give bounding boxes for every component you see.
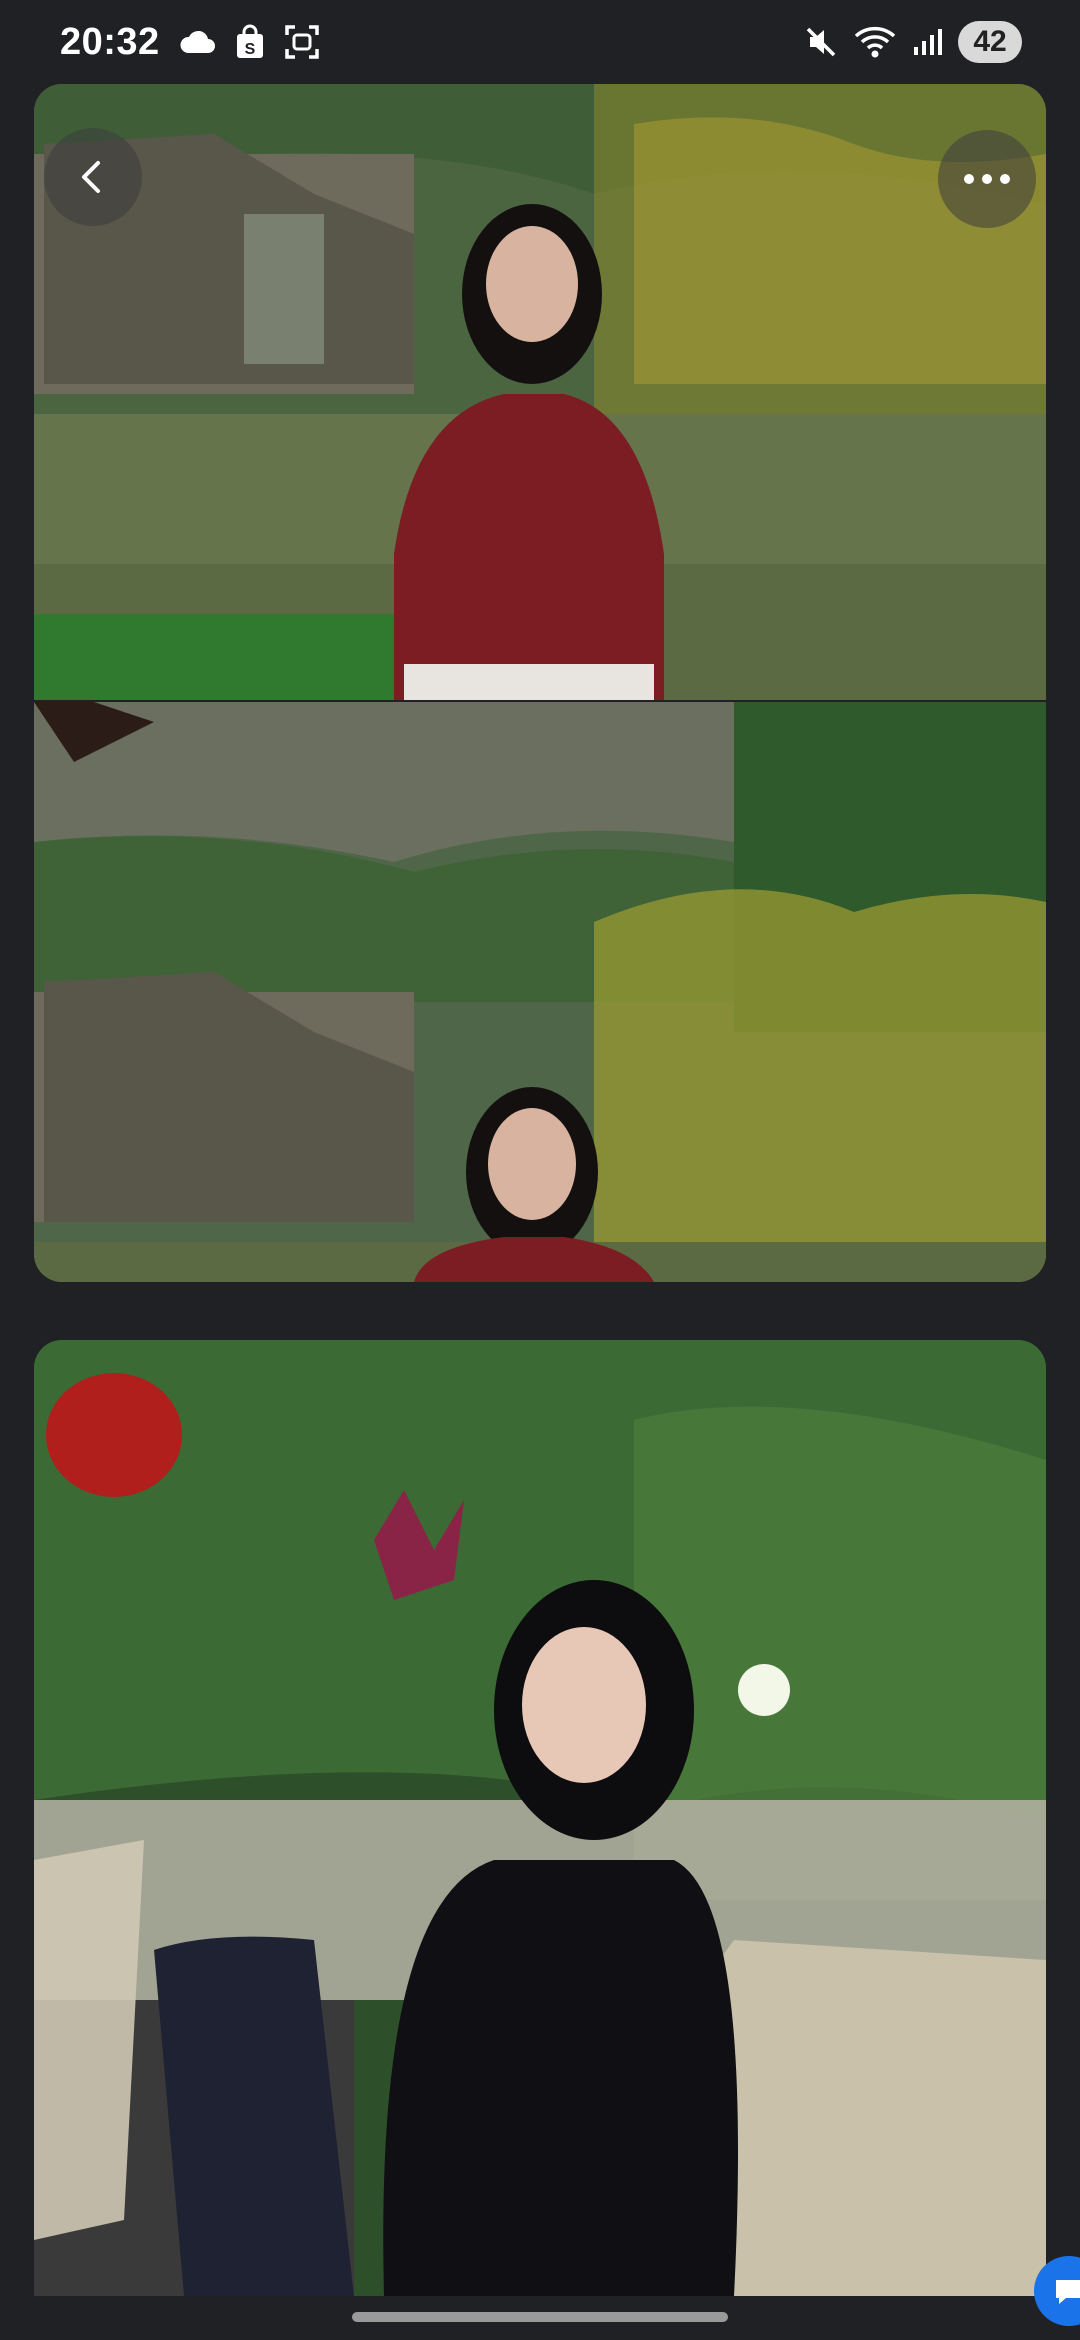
status-time: 20:32 — [60, 20, 160, 63]
photo-garden-table-image — [34, 1340, 1046, 2296]
mute-icon — [804, 25, 838, 59]
chat-icon — [1056, 2280, 1080, 2304]
photo-lake-wide[interactable] — [34, 702, 1046, 1282]
battery-indicator: 42 — [958, 21, 1022, 63]
photo-card-1[interactable] — [34, 84, 1046, 1282]
status-right: 42 — [804, 21, 1022, 63]
signal-icon — [912, 27, 942, 57]
more-options-button[interactable] — [938, 130, 1036, 228]
back-icon — [82, 161, 100, 193]
svg-text:S: S — [244, 41, 255, 58]
shopping-bag-icon: S — [234, 24, 266, 60]
more-icon — [964, 174, 1010, 184]
photo-lake-closeup-image — [34, 84, 1046, 700]
photo-viewer-screen: 20:32 S 42 — [0, 0, 1080, 2340]
photo-garden-table[interactable] — [34, 1340, 1046, 2296]
photo-card-2[interactable] — [34, 1340, 1046, 2296]
wifi-icon — [854, 25, 896, 59]
gesture-navigation-bar[interactable] — [352, 2312, 728, 2322]
back-button[interactable] — [44, 128, 142, 226]
photo-lake-wide-image — [34, 702, 1046, 1282]
screen-capture-icon — [284, 24, 320, 60]
cloud-icon — [178, 29, 216, 55]
status-bar: 20:32 S 42 — [0, 0, 1080, 84]
photo-lake-closeup[interactable] — [34, 84, 1046, 700]
status-left: 20:32 S — [60, 21, 320, 64]
